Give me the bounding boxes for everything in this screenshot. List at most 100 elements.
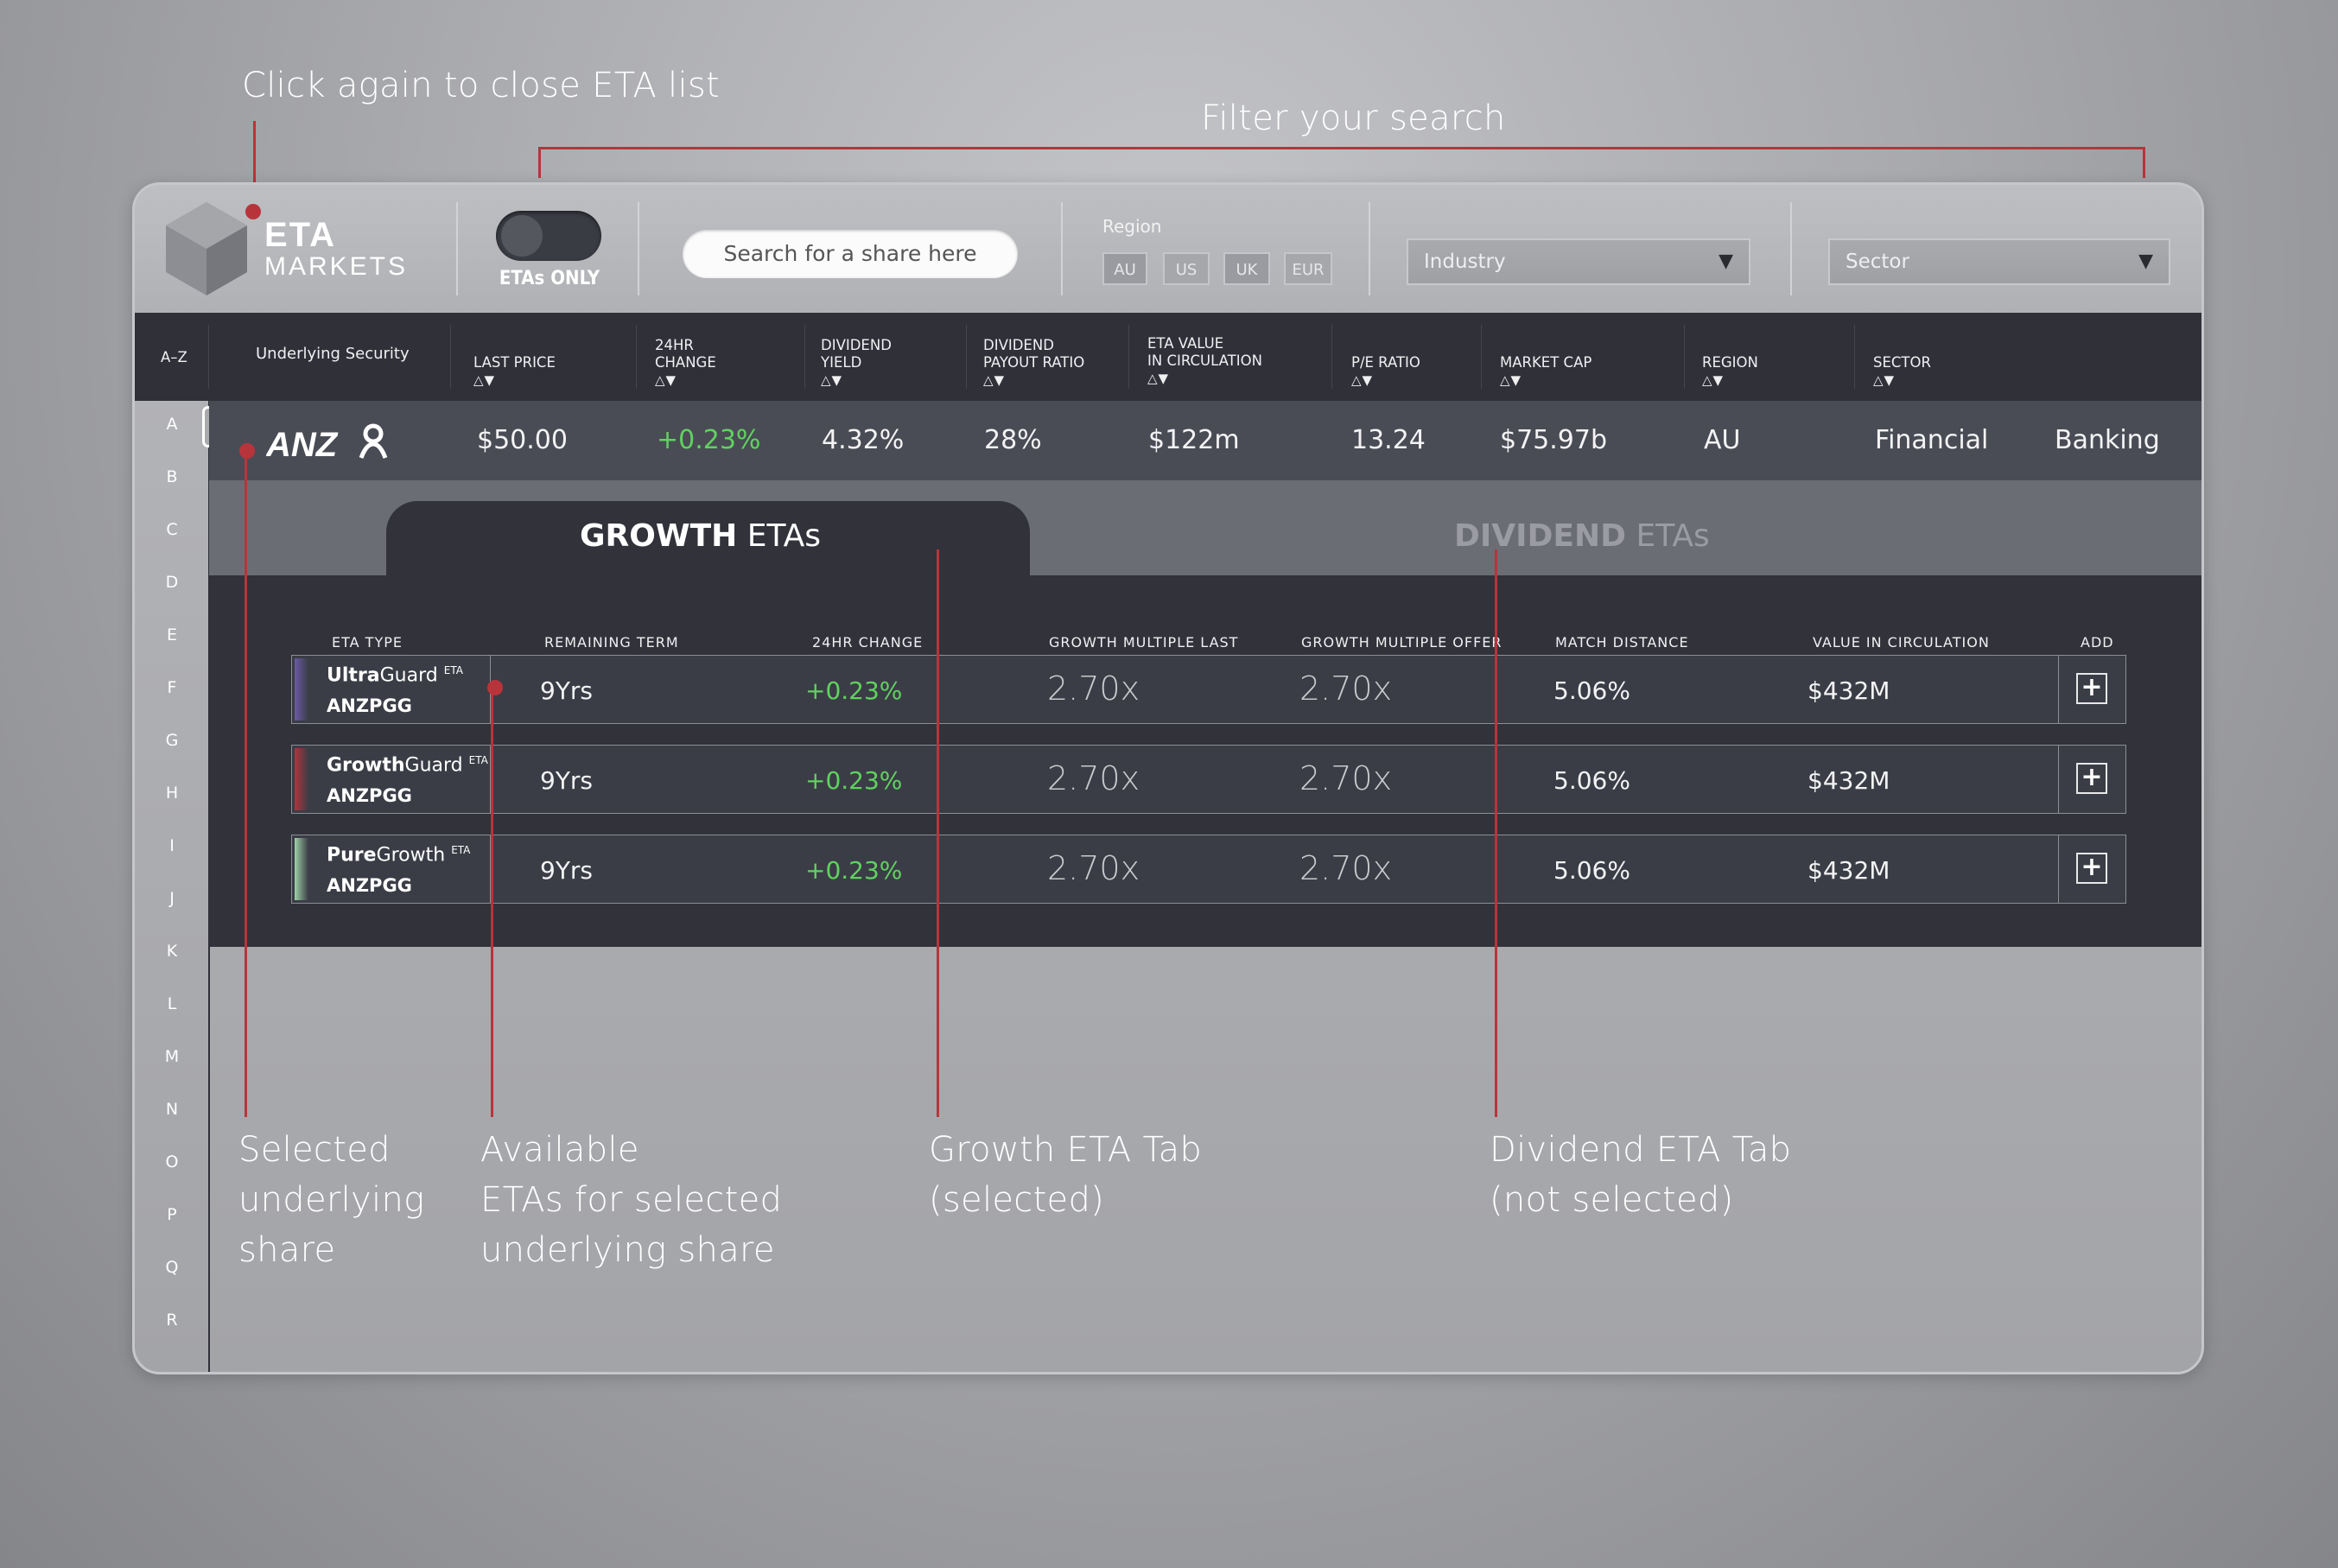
header-divider	[208, 325, 209, 389]
eta-code: ANZPGG	[327, 695, 412, 716]
col-header-market-cap[interactable]: MARKET CAP △▼	[1500, 337, 1591, 389]
add-eta-button[interactable]: +	[2076, 853, 2107, 884]
eta-row[interactable]: UltraGuard ETA ANZPGG 9Yrs +0.23% 2.70x 2.70x…	[291, 655, 2126, 724]
az-letter-i[interactable]: I	[135, 836, 209, 855]
annotation-available-etas: Available ETAs for selected underlying s…	[480, 1130, 783, 1270]
sector-dropdown[interactable]: Sector ▼	[1828, 238, 2170, 285]
industry: Banking	[2055, 425, 2160, 455]
col-header-region[interactable]: REGION △▼	[1702, 337, 1758, 389]
tab-dividend-etas[interactable]: DIVIDEND ETAs	[1454, 518, 1710, 554]
header-divider	[966, 325, 967, 389]
col-header-last-price[interactable]: LAST PRICE △▼	[473, 337, 556, 389]
search-input[interactable]: Search for a share here	[683, 230, 1018, 278]
col-header-eta-value[interactable]: ETA VALUE IN CIRCULATION △▼	[1147, 335, 1262, 387]
eta-color-bar	[295, 838, 308, 900]
sort-arrows-icon: △▼	[1147, 371, 1170, 386]
az-letter-m[interactable]: M	[135, 1047, 209, 1066]
az-letter-p[interactable]: P	[135, 1205, 209, 1224]
eta-panel: ETA TYPE REMAINING TERM 24HR CHANGE GROW…	[209, 575, 2201, 947]
annotation-close-eta: Click again to close ETA list	[242, 66, 720, 105]
eta-gm-last: 2.70x	[1047, 759, 1140, 797]
eta-term: 9Yrs	[540, 676, 594, 705]
col-header-dividend-yield[interactable]: DIVIDEND YIELD △▼	[821, 337, 892, 389]
az-letter-f[interactable]: F	[135, 678, 209, 697]
add-eta-button[interactable]: +	[2076, 673, 2107, 704]
az-letter-n[interactable]: N	[135, 1100, 209, 1119]
region-au-button[interactable]: AU	[1102, 252, 1147, 285]
eta-match-distance: 5.06%	[1553, 676, 1630, 705]
etas-only-label: ETAs ONLY	[499, 268, 600, 289]
industry-dropdown[interactable]: Industry ▼	[1407, 238, 1750, 285]
eta-term: 9Yrs	[540, 766, 594, 795]
az-letter-k[interactable]: K	[135, 942, 209, 961]
az-letter-r[interactable]: R	[135, 1311, 209, 1330]
chevron-down-icon: ▼	[1719, 251, 1733, 272]
header-divider	[1331, 325, 1332, 389]
sort-arrows-icon: △▼	[473, 372, 496, 388]
az-letter-g[interactable]: G	[135, 731, 209, 750]
selected-share-row[interactable]: ANZ $50.00 +0.23% 4.32% 28% $122m 13.24 …	[209, 401, 2201, 480]
available-etas-marker	[487, 680, 503, 695]
sector-label: Sector	[1846, 251, 1909, 273]
logo-markets: MARKETS	[264, 252, 409, 281]
divider	[1369, 202, 1370, 295]
alphabet-index: A B C D E F G H I J K L M N O P Q R	[135, 401, 209, 1372]
table-header: A–Z Underlying Security LAST PRICE △▼ 24H…	[135, 313, 2201, 401]
az-letter-h[interactable]: H	[135, 784, 209, 803]
region: AU	[1704, 425, 1741, 455]
sort-arrows-icon: △▼	[655, 372, 677, 388]
eta-code: ANZPGG	[327, 785, 412, 806]
eta-value-circulation: $432M	[1808, 676, 1890, 705]
add-eta-button[interactable]: +	[2076, 763, 2107, 794]
region-us-button[interactable]: US	[1163, 252, 1210, 285]
eta-col-type: ETA TYPE	[332, 634, 403, 651]
sort-arrows-icon: △▼	[1873, 372, 1896, 388]
az-letter-o[interactable]: O	[135, 1152, 209, 1171]
divider	[638, 202, 639, 295]
az-letter-j[interactable]: J	[135, 889, 209, 908]
az-letter-e[interactable]: E	[135, 625, 209, 644]
az-letter-q[interactable]: Q	[135, 1258, 209, 1277]
eta-row[interactable]: GrowthGuard ETA ANZPGG 9Yrs +0.23% 2.70x 2.70…	[291, 745, 2126, 814]
logo[interactable]: ETA MARKETS	[264, 218, 408, 282]
header-divider	[1684, 325, 1685, 389]
add-cell: +	[2058, 656, 2125, 723]
header-divider	[804, 325, 805, 389]
az-letter-c[interactable]: C	[135, 520, 209, 539]
eta-value: $122m	[1148, 425, 1240, 455]
eta-col-change: 24HR CHANGE	[812, 634, 924, 651]
region-eur-button[interactable]: EUR	[1284, 252, 1332, 285]
eta-row[interactable]: PureGrowth ETA ANZPGG 9Yrs +0.23% 2.70x 2.70x…	[291, 835, 2126, 904]
annotation-filter: Filter your search	[1201, 98, 1506, 138]
eta-match-distance: 5.06%	[1553, 856, 1630, 885]
col-header-dividend-payout[interactable]: DIVIDEND PAYOUT RATIO △▼	[983, 337, 1084, 389]
chevron-down-icon: ▼	[2138, 251, 2153, 272]
az-letter-a[interactable]: A	[135, 415, 209, 434]
eta-gm-offer: 2.70x	[1299, 670, 1393, 708]
sort-arrows-icon: △▼	[1351, 372, 1374, 388]
eta-gm-offer: 2.70x	[1299, 759, 1393, 797]
eta-match-distance: 5.06%	[1553, 766, 1630, 795]
eta-gm-last: 2.70x	[1047, 670, 1140, 708]
change-24hr: +0.23%	[657, 425, 761, 455]
etas-only-toggle[interactable]	[496, 211, 601, 261]
payout-ratio: 28%	[984, 425, 1042, 455]
selected-share-marker	[239, 443, 255, 459]
pe-ratio: 13.24	[1351, 425, 1426, 455]
last-price: $50.00	[477, 425, 568, 455]
col-header-24hr-change[interactable]: 24HR CHANGE △▼	[655, 337, 716, 389]
divider	[1790, 202, 1792, 295]
col-header-sector[interactable]: SECTOR △▼	[1873, 337, 1931, 389]
az-letter-l[interactable]: L	[135, 994, 209, 1013]
eta-value-circulation: $432M	[1808, 856, 1890, 885]
col-header-pe-ratio[interactable]: P/E RATIO △▼	[1351, 337, 1420, 389]
eta-markets-logo-icon	[166, 202, 247, 295]
toggle-knob	[501, 215, 543, 257]
tab-growth-etas[interactable]: GROWTH ETAs	[386, 501, 1030, 575]
az-letter-b[interactable]: B	[135, 467, 209, 486]
filter-bracket	[538, 147, 2145, 149]
az-letter-d[interactable]: D	[135, 573, 209, 592]
region-uk-button[interactable]: UK	[1223, 252, 1270, 285]
header-divider	[636, 325, 637, 389]
growth-tab-pointer	[937, 549, 939, 1117]
